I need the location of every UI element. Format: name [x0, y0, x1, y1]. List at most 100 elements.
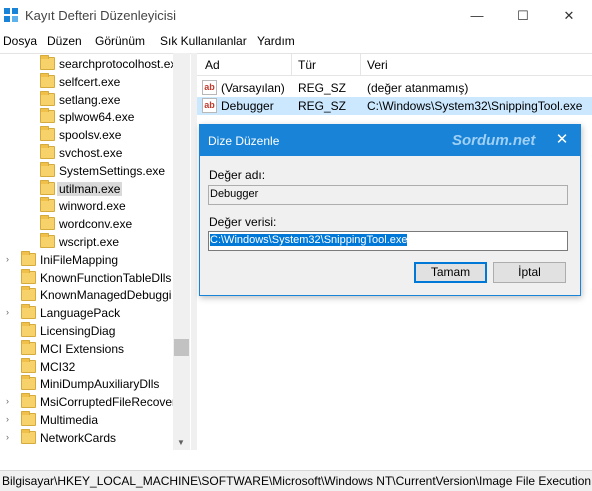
registry-tree[interactable]: searchprotocolhost.exe selfcert.exe setlan… — [0, 53, 191, 450]
tree-item-label: wscript.exe — [59, 235, 120, 249]
tree-item[interactable]: setlang.exe — [0, 90, 175, 109]
watermark: Sordum.net — [452, 132, 536, 149]
tree-item[interactable]: KnownManagedDebuggi — [0, 286, 175, 304]
menu-view[interactable]: Görünüm — [95, 34, 145, 48]
folder-icon — [40, 197, 55, 213]
folder-icon — [40, 233, 55, 248]
column-header-type[interactable]: Tür — [298, 58, 316, 72]
value-data-input[interactable]: C:\Windows\System32\SnippingTool.exe — [208, 231, 568, 251]
string-value-icon: ab — [202, 98, 217, 113]
folder-icon — [21, 304, 36, 320]
tree-item-label: setlang.exe — [59, 92, 121, 107]
folder-icon — [21, 357, 36, 373]
status-bar: Bilgisayar\HKEY_LOCAL_MACHINE\SOFTWARE\M… — [0, 470, 592, 491]
tree-item[interactable]: › IniFileMapping — [0, 250, 175, 269]
value-row[interactable]: ab Debugger REG_SZ C:\Windows\System32\Snip… — [197, 97, 592, 115]
folder-icon — [21, 393, 36, 409]
value-name-cell: Debugger — [221, 99, 274, 113]
tree-item[interactable]: splwow64.exe — [0, 108, 175, 126]
dialog-title-bar: Dize Düzenle Sordum.net ✕ — [200, 125, 580, 156]
tree-item[interactable]: MCI32 — [0, 357, 175, 376]
folder-icon — [40, 144, 55, 159]
tree-item[interactable]: › NetworkCards — [0, 428, 175, 447]
scroll-down-icon[interactable]: ▼ — [177, 438, 185, 447]
folder-icon — [21, 375, 36, 391]
value-data-cell: (değer atanmamış) — [367, 81, 469, 95]
ok-button[interactable]: Tamam — [414, 262, 487, 283]
tree-item-label: spoolsv.exe — [59, 128, 122, 143]
tree-item-label: IniFileMapping — [40, 252, 119, 267]
tree-item-label: utilman.exe — [57, 181, 123, 196]
tree-item[interactable]: wscript.exe — [0, 233, 175, 251]
tree-item-label: LanguagePack — [40, 306, 121, 321]
folder-icon — [21, 322, 36, 337]
cancel-button[interactable]: İptal — [493, 262, 566, 283]
expand-chevron-icon[interactable]: › — [6, 414, 9, 424]
expand-chevron-icon[interactable]: › — [6, 254, 9, 264]
tree-item-label: LicensingDiag — [40, 324, 116, 338]
edit-string-dialog: Dize Düzenle Sordum.net ✕ Değer adı: Deb… — [199, 124, 581, 296]
title-bar: Kayıt Defteri Düzenleyicisi — ☐ ✕ — [0, 0, 592, 31]
menu-edit[interactable]: Düzen — [47, 34, 82, 48]
column-header-data[interactable]: Veri — [367, 58, 388, 72]
tree-item[interactable]: › MsiCorruptedFileRecover — [0, 393, 177, 411]
tree-item-label: NetworkCards — [40, 430, 117, 445]
menu-help[interactable]: Yardım — [257, 34, 295, 48]
registry-path: Bilgisayar\HKEY_LOCAL_MACHINE\SOFTWARE\M… — [2, 474, 592, 488]
tree-item[interactable]: searchprotocolhost.exe — [0, 55, 183, 73]
tree-item[interactable]: spoolsv.exe — [0, 126, 175, 144]
folder-icon — [40, 215, 55, 231]
tree-item[interactable]: › LanguagePack — [0, 304, 175, 322]
menu-file[interactable]: Dosya — [3, 34, 37, 48]
tree-item[interactable]: LicensingDiag — [0, 322, 175, 340]
folder-icon — [21, 250, 36, 266]
tree-item-label: wordconv.exe — [59, 217, 133, 232]
expand-chevron-icon[interactable]: › — [6, 432, 9, 442]
tree-item-label: MCI Extensions — [40, 341, 125, 356]
tree-item[interactable]: › Multimedia — [0, 411, 175, 429]
tree-item-label: searchprotocolhost.exe — [59, 57, 184, 71]
folder-icon — [40, 72, 55, 88]
value-data-selected-text: C:\Windows\System32\SnippingTool.exe — [210, 234, 408, 246]
dialog-close-icon[interactable]: ✕ — [550, 129, 574, 151]
folder-icon — [21, 411, 36, 426]
tree-item[interactable]: svchost.exe — [0, 144, 175, 162]
expand-chevron-icon[interactable]: › — [6, 396, 9, 406]
close-button[interactable]: ✕ — [546, 0, 592, 31]
value-row[interactable]: ab (Varsayılan) REG_SZ (değer atanmamış) — [197, 79, 592, 97]
tree-item[interactable]: KnownFunctionTableDlls — [0, 268, 175, 287]
column-divider[interactable] — [291, 54, 292, 76]
tree-item[interactable]: MiniDumpAuxiliaryDlls — [0, 375, 175, 393]
tree-item[interactable]: utilman.exe — [0, 179, 175, 198]
value-name-label: Değer adı: — [209, 168, 266, 182]
folder-icon — [21, 339, 36, 355]
tree-item[interactable]: selfcert.exe — [0, 72, 175, 91]
tree-item-label: selfcert.exe — [59, 74, 121, 89]
tree-scrollbar-thumb[interactable] — [174, 339, 189, 356]
maximize-button[interactable]: ☐ — [500, 0, 546, 31]
dialog-title: Dize Düzenle — [208, 134, 280, 148]
folder-icon — [40, 108, 55, 124]
tree-item[interactable]: SystemSettings.exe — [0, 161, 175, 180]
tree-item-label: MsiCorruptedFileRecover — [40, 395, 177, 410]
registry-editor-icon — [4, 8, 18, 22]
tree-item-label: MCI32 — [40, 359, 76, 374]
tree-item-label: splwow64.exe — [59, 110, 135, 125]
tree-item[interactable]: wordconv.exe — [0, 215, 175, 233]
tree-item-label: svchost.exe — [59, 146, 123, 160]
tree-item[interactable]: winword.exe — [0, 197, 175, 215]
column-divider[interactable] — [360, 54, 361, 76]
tree-item-label: winword.exe — [59, 199, 126, 214]
expand-chevron-icon[interactable]: › — [6, 307, 9, 317]
folder-icon — [40, 179, 55, 195]
string-value-icon: ab — [202, 80, 217, 95]
minimize-button[interactable]: — — [454, 0, 500, 31]
tree-scrollbar[interactable]: ▼ — [173, 53, 190, 450]
menu-favorites[interactable]: Sık Kullanılanlar — [160, 34, 247, 48]
tree-item-label: Multimedia — [40, 413, 99, 427]
tree-item[interactable]: MCI Extensions — [0, 339, 175, 358]
folder-icon — [40, 126, 55, 142]
folder-icon — [21, 268, 36, 284]
column-header-name[interactable]: Ad — [205, 58, 220, 72]
value-name-cell: (Varsayılan) — [221, 81, 285, 95]
